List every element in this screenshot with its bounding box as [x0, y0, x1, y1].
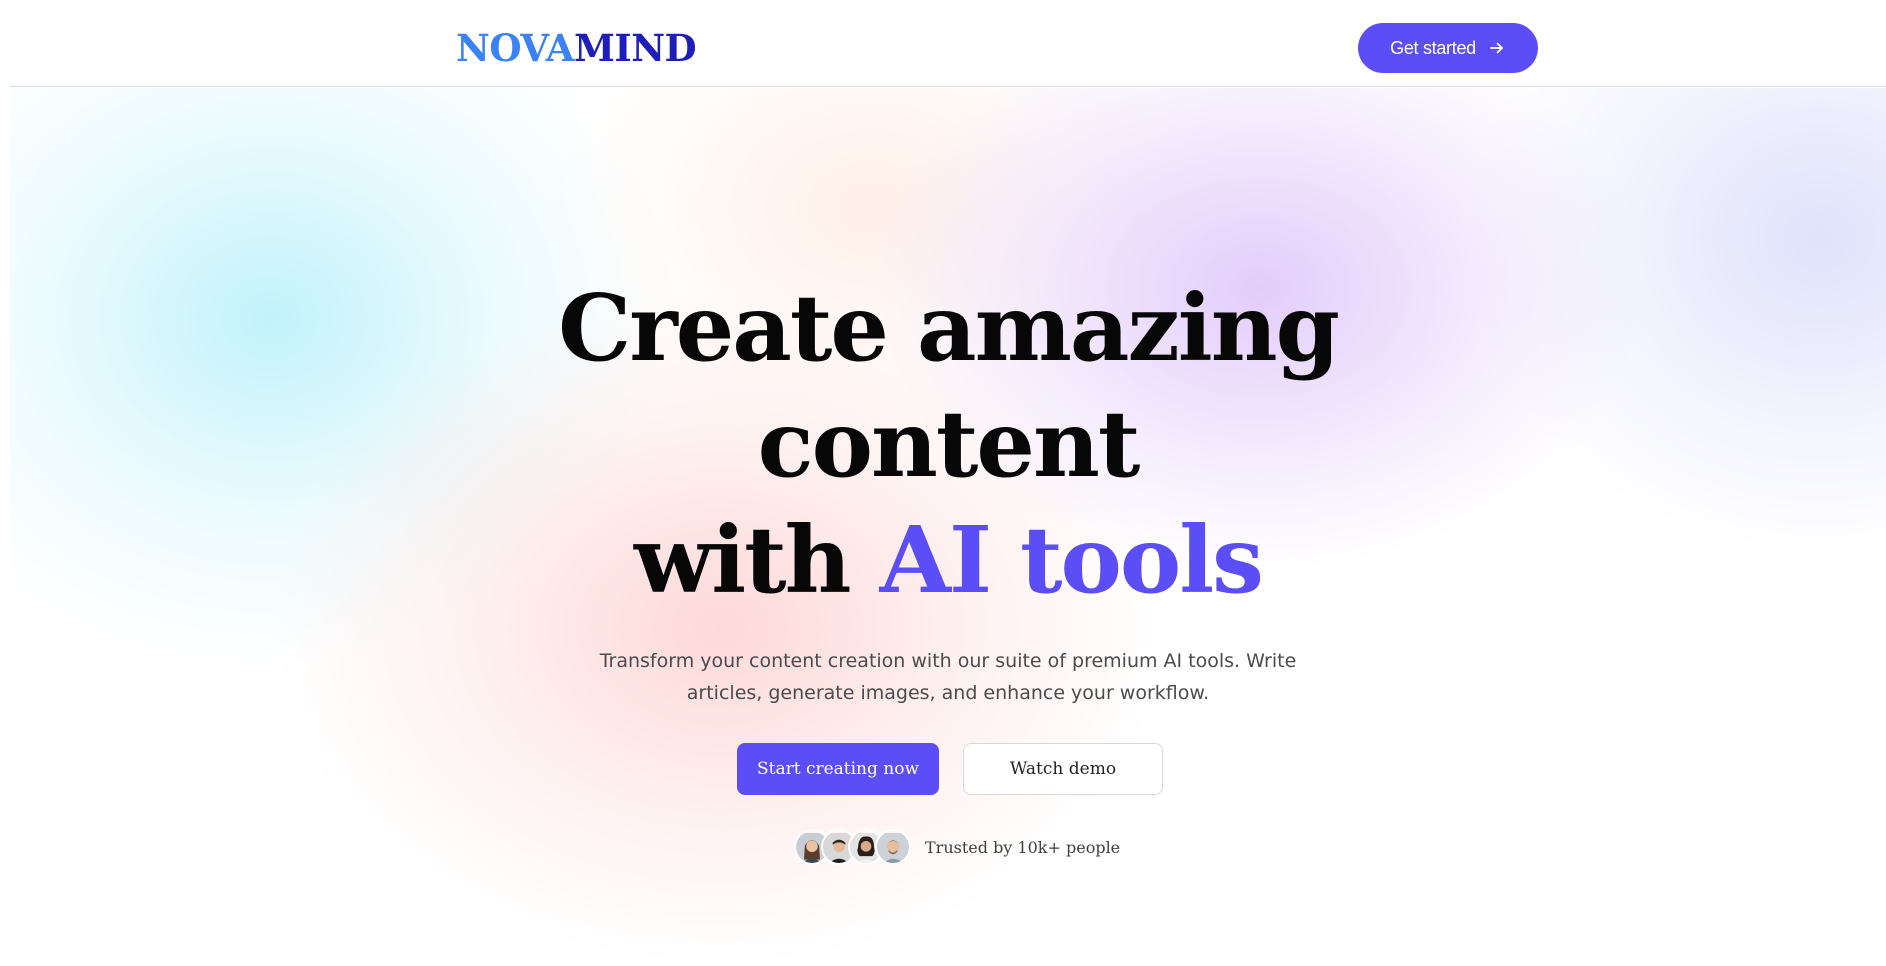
start-creating-button[interactable]: Start creating now	[737, 743, 939, 795]
headline-line-3-prefix: with	[634, 506, 880, 614]
hero-subtitle: Transform your content creation with our…	[599, 650, 1297, 704]
headline-line-3: with AI tools	[10, 502, 1886, 618]
navbar: NOVAMIND Get started	[10, 0, 1886, 87]
hero-section: Create amazing content with AI tools Tra…	[10, 88, 1886, 966]
arrow-right-icon	[1488, 39, 1506, 57]
watch-demo-button[interactable]: Watch demo	[963, 743, 1163, 795]
get-started-label: Get started	[1390, 37, 1476, 58]
avatar-stack	[794, 829, 911, 865]
trusted-by-text: Trusted by 10k+ people	[925, 837, 1121, 857]
landing-page: NOVAMIND Get started Create amazing cont…	[0, 0, 1886, 966]
logo-text-mind: MIND	[573, 26, 697, 70]
headline-accent-text: AI tools	[879, 506, 1264, 614]
avatar-person-4	[875, 829, 911, 865]
get-started-button[interactable]: Get started	[1358, 23, 1538, 73]
hero-headline: Create amazing content with AI tools	[10, 270, 1886, 618]
headline-line-2: content	[757, 390, 1141, 498]
brand-logo[interactable]: NOVAMIND	[456, 26, 697, 70]
social-proof: Trusted by 10k+ people	[794, 827, 1120, 867]
logo-text-nova: NOVA	[456, 26, 574, 70]
headline-line-1: Create amazing	[558, 274, 1340, 382]
